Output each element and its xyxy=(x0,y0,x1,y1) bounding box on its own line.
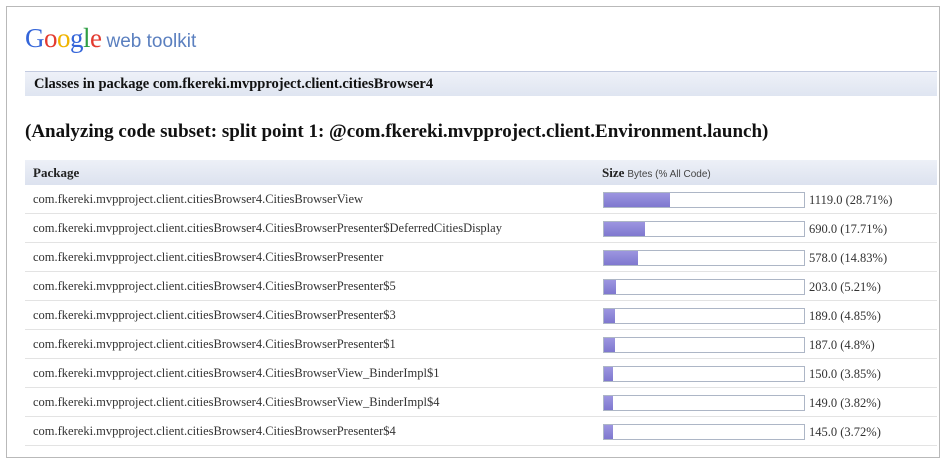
size-value: 690.0 (17.71%) xyxy=(809,222,888,236)
report-frame: Google web toolkit Classes in package com… xyxy=(6,6,940,458)
size-bar-fill xyxy=(604,396,613,410)
size-bar-fill xyxy=(604,309,615,323)
size-bar-fill xyxy=(604,193,670,207)
size-bar-track xyxy=(603,395,805,411)
size-value: 1119.0 (28.71%) xyxy=(809,193,893,207)
size-value: 578.0 (14.83%) xyxy=(809,251,888,265)
size-breakdown-table: Package Size Bytes (% All Code) com.fkere… xyxy=(25,160,937,446)
subset-title: (Analyzing code subset: split point 1: @… xyxy=(25,121,769,142)
class-name: com.fkereki.mvpproject.client.citiesBrow… xyxy=(33,279,396,293)
size-value: 187.0 (4.8%) xyxy=(809,338,875,352)
column-header-size: Size Bytes (% All Code) xyxy=(602,160,711,187)
size-value: 149.0 (3.82%) xyxy=(809,396,881,410)
size-bar-track xyxy=(603,250,805,266)
size-value: 145.0 (3.72%) xyxy=(809,425,881,439)
google-logo-wordmark: Google xyxy=(25,23,102,53)
gwt-logo: Google web toolkit xyxy=(25,23,196,57)
table-row: com.fkereki.mvpproject.client.citiesBrow… xyxy=(25,359,937,388)
package-title-bar: Classes in package com.fkereki.mvpprojec… xyxy=(25,71,937,96)
size-bar-track xyxy=(603,308,805,324)
size-bar-fill xyxy=(604,338,615,352)
size-bar-fill xyxy=(604,367,613,381)
table-row: com.fkereki.mvpproject.client.citiesBrow… xyxy=(25,330,937,359)
class-name: com.fkereki.mvpproject.client.citiesBrow… xyxy=(33,395,440,409)
table-body: com.fkereki.mvpproject.client.citiesBrow… xyxy=(25,185,937,446)
class-name: com.fkereki.mvpproject.client.citiesBrow… xyxy=(33,192,364,206)
size-value: 203.0 (5.21%) xyxy=(809,280,881,294)
table-row: com.fkereki.mvpproject.client.citiesBrow… xyxy=(25,301,937,330)
package-title: Classes in package com.fkereki.mvpprojec… xyxy=(34,76,434,92)
logo-letter: l xyxy=(83,23,91,53)
size-bar-fill xyxy=(604,425,613,439)
size-bar-track xyxy=(603,424,805,440)
logo-suffix: web toolkit xyxy=(106,31,197,52)
table-row: com.fkereki.mvpproject.client.citiesBrow… xyxy=(25,417,937,446)
logo-letter: o xyxy=(57,23,71,53)
size-bar-track xyxy=(603,221,805,237)
class-name: com.fkereki.mvpproject.client.citiesBrow… xyxy=(33,366,440,380)
size-value: 189.0 (4.85%) xyxy=(809,309,881,323)
size-bar-fill xyxy=(604,222,645,236)
column-header-package: Package xyxy=(33,165,80,180)
logo-letter: g xyxy=(70,23,84,53)
class-name: com.fkereki.mvpproject.client.citiesBrow… xyxy=(33,337,396,351)
logo-letter: G xyxy=(25,23,45,53)
size-bar-fill xyxy=(604,251,638,265)
size-bar-track xyxy=(603,279,805,295)
table-header: Package Size Bytes (% All Code) xyxy=(25,160,937,185)
size-value: 150.0 (3.85%) xyxy=(809,367,881,381)
size-bar-track xyxy=(603,192,805,208)
size-bar-fill xyxy=(604,280,616,294)
table-row: com.fkereki.mvpproject.client.citiesBrow… xyxy=(25,388,937,417)
column-header-size-unit: Bytes (% All Code) xyxy=(627,169,711,180)
class-name: com.fkereki.mvpproject.client.citiesBrow… xyxy=(33,308,396,322)
size-bar-track xyxy=(603,366,805,382)
logo-letter: e xyxy=(90,23,102,53)
class-name: com.fkereki.mvpproject.client.citiesBrow… xyxy=(33,424,396,438)
table-row: com.fkereki.mvpproject.client.citiesBrow… xyxy=(25,214,937,243)
class-name: com.fkereki.mvpproject.client.citiesBrow… xyxy=(33,250,384,264)
table-row: com.fkereki.mvpproject.client.citiesBrow… xyxy=(25,185,937,214)
class-name: com.fkereki.mvpproject.client.citiesBrow… xyxy=(33,221,502,235)
table-row: com.fkereki.mvpproject.client.citiesBrow… xyxy=(25,243,937,272)
column-header-size-label: Size xyxy=(602,165,625,180)
table-row: com.fkereki.mvpproject.client.citiesBrow… xyxy=(25,272,937,301)
size-bar-track xyxy=(603,337,805,353)
logo-letter: o xyxy=(44,23,58,53)
